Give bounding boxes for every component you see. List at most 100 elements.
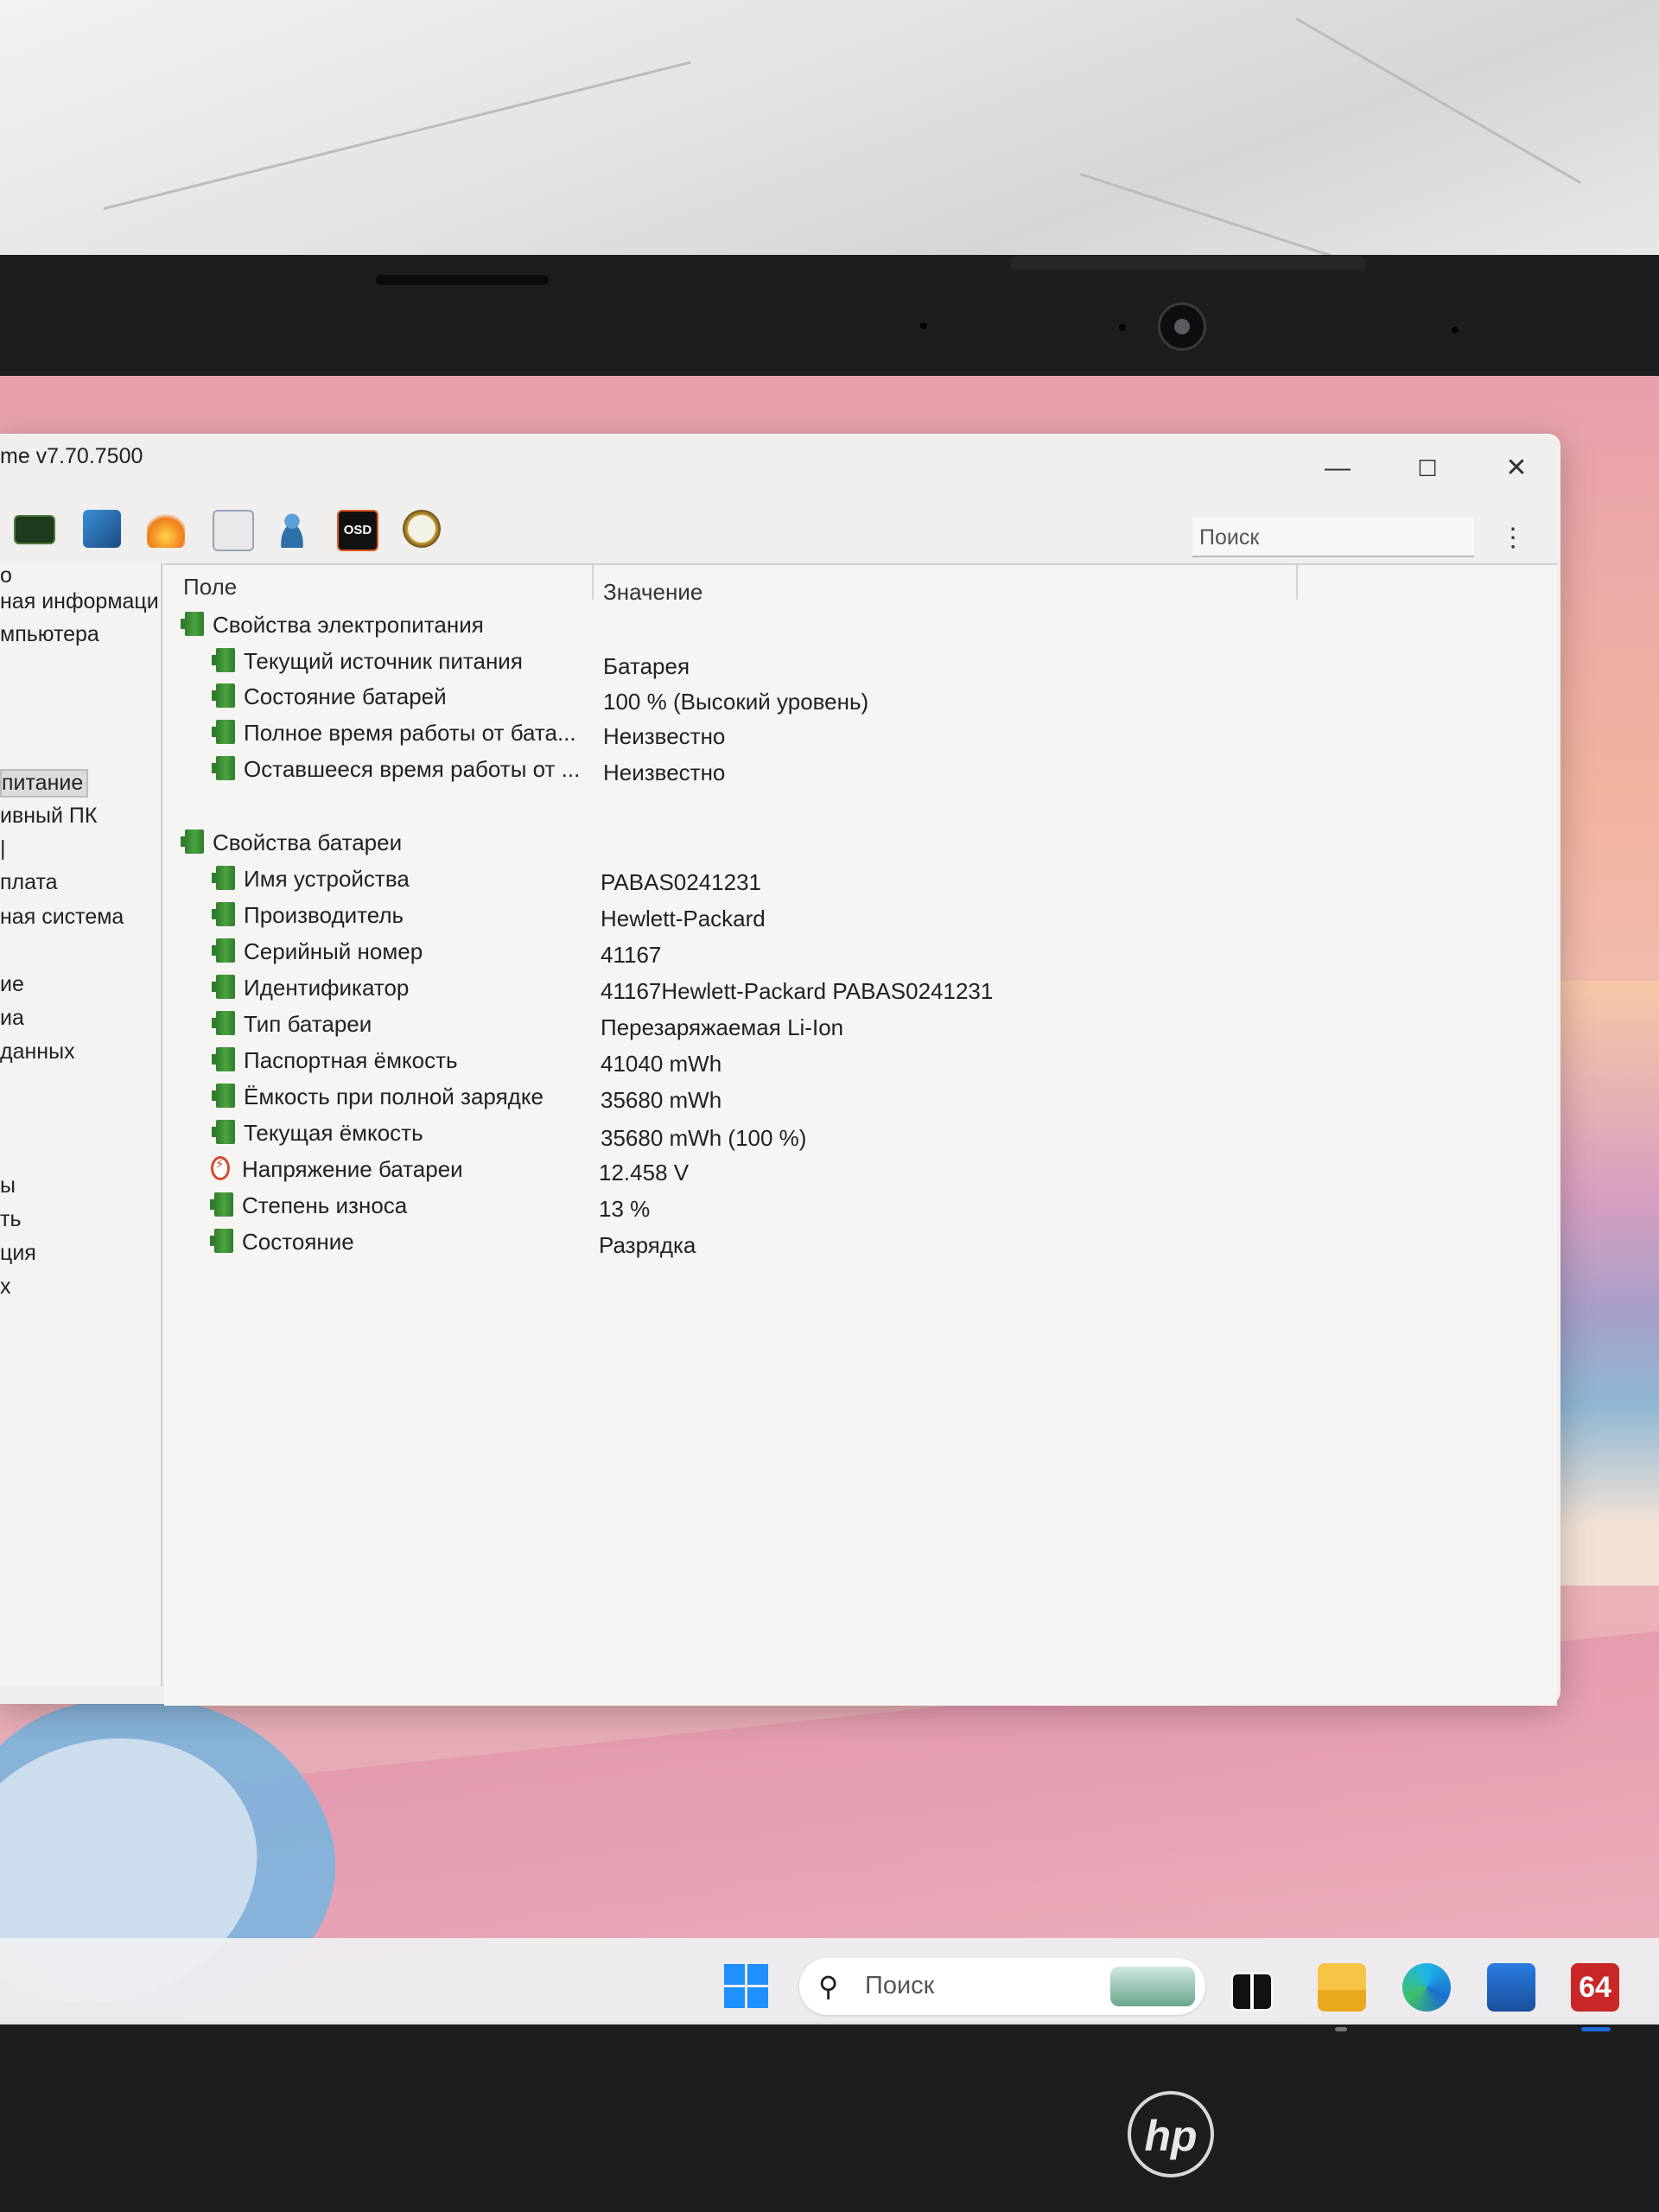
- field-value: 41167: [601, 942, 662, 968]
- tree-item[interactable]: ная система: [0, 905, 124, 930]
- maximize-button[interactable]: ☐: [1410, 451, 1445, 486]
- battery-icon: [212, 1120, 235, 1144]
- gauge-icon[interactable]: [403, 510, 441, 548]
- field-label: Напряжение батареи: [242, 1156, 463, 1182]
- table-row[interactable]: Состояние батарей 100 % (Высокий уровень…: [164, 678, 1547, 715]
- tree-item[interactable]: ивный ПК: [0, 804, 97, 829]
- start-icon[interactable]: [724, 1964, 769, 2009]
- battery-icon: [212, 683, 235, 708]
- wall-background: [0, 0, 1659, 309]
- field-label: Ёмкость при полной зарядке: [244, 1084, 543, 1109]
- table-row[interactable]: Оставшееся время работы от ... Неизвестн…: [164, 751, 1547, 785]
- field-value: Батарея: [603, 653, 690, 679]
- table-row[interactable]: Состояние Разрядка: [164, 1224, 1547, 1258]
- tree-item[interactable]: плата: [0, 870, 58, 895]
- field-value: Hewlett-Packard: [601, 906, 766, 931]
- store-icon[interactable]: [1487, 1963, 1535, 2012]
- bezel-notch: [1011, 256, 1365, 270]
- table-row[interactable]: Полное время работы от бата... Неизвестн…: [164, 715, 1547, 749]
- group-label: Свойства батареи: [213, 830, 403, 855]
- tree-item[interactable]: иа: [0, 1006, 24, 1031]
- search-input[interactable]: Поиск: [1192, 518, 1474, 557]
- table-row[interactable]: Текущий источник питания Батарея: [164, 643, 1547, 679]
- field-value: Неизвестно: [603, 760, 726, 785]
- column-header-field[interactable]: Поле: [183, 574, 237, 601]
- tree-item[interactable]: ие: [0, 972, 24, 997]
- battery-icon: [212, 902, 235, 926]
- battery-icon: [212, 975, 235, 999]
- table-row[interactable]: Идентификатор 41167Hewlett-Packard PABAS…: [164, 969, 1547, 1004]
- tree-item[interactable]: |: [0, 836, 6, 861]
- column-separator[interactable]: [592, 565, 594, 600]
- table-row[interactable]: Паспортная ёмкость 41040 mWh: [164, 1042, 1547, 1077]
- osd-icon[interactable]: OSD: [337, 510, 378, 551]
- battery-icon: [212, 720, 235, 744]
- group-row[interactable]: Свойства батареи: [164, 824, 1547, 859]
- more-options-icon[interactable]: ⋮: [1500, 518, 1526, 558]
- tree-item[interactable]: ть: [0, 1207, 21, 1232]
- battery-icon: [181, 830, 204, 854]
- file-explorer-icon[interactable]: [1318, 1963, 1366, 2012]
- battery-icon: [210, 1192, 233, 1217]
- field-value: Перезаряжаемая Li-Ion: [601, 1014, 844, 1040]
- table-row[interactable]: Тип батареи Перезаряжаемая Li-Ion: [164, 1006, 1547, 1040]
- table-row[interactable]: Производитель Hewlett-Packard: [164, 897, 1547, 931]
- field-value: 35680 mWh (100 %): [601, 1125, 807, 1151]
- table-row[interactable]: Серийный номер 41167: [164, 933, 1547, 968]
- tree-item[interactable]: х: [0, 1274, 11, 1300]
- field-value: PABAS0241231: [601, 869, 761, 895]
- field-label: Текущий источник питания: [244, 648, 523, 674]
- flame-icon[interactable]: [147, 510, 185, 548]
- taskbar-search[interactable]: ⚲ Поиск: [799, 1958, 1205, 2015]
- tree-item[interactable]: данных: [0, 1039, 75, 1065]
- table-row[interactable]: Текущая ёмкость 35680 mWh (100 %): [164, 1115, 1547, 1151]
- minimize-button[interactable]: —: [1320, 451, 1355, 486]
- field-label: Полное время работы от бата...: [244, 720, 576, 746]
- field-value: 12.458 V: [599, 1160, 690, 1185]
- field-value: Разрядка: [599, 1232, 696, 1258]
- memory-icon[interactable]: [14, 515, 55, 544]
- battery-icon: [212, 1047, 235, 1071]
- webcam: [1158, 302, 1206, 351]
- tree-item[interactable]: ы: [0, 1173, 16, 1198]
- column-separator[interactable]: [1296, 565, 1298, 600]
- group-label: Свойства электропитания: [213, 612, 484, 638]
- column-header-value[interactable]: Значение: [603, 579, 702, 606]
- navigation-tree: о ная информаци мпьютера питание ивный П…: [0, 563, 162, 1687]
- user-icon[interactable]: [273, 510, 311, 548]
- details-pane: Поле Значение Свойства электропитания Те…: [164, 563, 1557, 1706]
- checklist-icon[interactable]: [213, 510, 254, 551]
- field-label: Тип батареи: [244, 1011, 372, 1037]
- table-row[interactable]: Ёмкость при полной зарядке 35680 mWh: [164, 1078, 1547, 1113]
- battery-icon: [212, 648, 235, 672]
- group-row[interactable]: Свойства электропитания: [164, 607, 1547, 641]
- table-row[interactable]: Степень износа 13 %: [164, 1187, 1547, 1222]
- tree-item[interactable]: ная информаци: [0, 589, 159, 614]
- app-window: me v7.70.7500 — ☐ ✕ OSD Поиск ⋮ о ная ин…: [0, 434, 1560, 1706]
- title-bar[interactable]: me v7.70.7500 — ☐ ✕: [0, 434, 1560, 486]
- edge-icon[interactable]: [1402, 1963, 1451, 2012]
- table-row[interactable]: Имя устройства PABAS0241231: [164, 861, 1547, 895]
- aida64-badge: 64: [1579, 1971, 1611, 2004]
- running-indicator: [1335, 2027, 1347, 2031]
- tree-item[interactable]: ция: [0, 1241, 36, 1266]
- sensor-dot: [1452, 327, 1459, 334]
- aida64-icon[interactable]: 64: [1571, 1963, 1619, 2012]
- sensor-dot: [1119, 324, 1126, 331]
- tree-item[interactable]: о: [0, 563, 12, 588]
- voltage-icon: [211, 1156, 230, 1180]
- battery-icon: [212, 1011, 235, 1035]
- field-label: Серийный номер: [244, 938, 423, 964]
- field-value: Неизвестно: [603, 723, 726, 749]
- network-icon[interactable]: [83, 510, 121, 548]
- taskbar-search-placeholder: Поиск: [865, 1972, 935, 1999]
- field-label: Производитель: [244, 902, 404, 928]
- close-button[interactable]: ✕: [1499, 451, 1534, 486]
- table-row[interactable]: Напряжение батареи 12.458 V: [164, 1151, 1547, 1185]
- field-label: Идентификатор: [244, 975, 410, 1001]
- taskview-icon[interactable]: [1230, 1972, 1274, 2012]
- field-value: 41167Hewlett-Packard PABAS0241231: [601, 978, 994, 1004]
- tree-item-power-selected[interactable]: питание: [0, 769, 89, 798]
- tree-item[interactable]: мпьютера: [0, 622, 99, 647]
- field-value: 100 % (Высокий уровень): [603, 689, 869, 715]
